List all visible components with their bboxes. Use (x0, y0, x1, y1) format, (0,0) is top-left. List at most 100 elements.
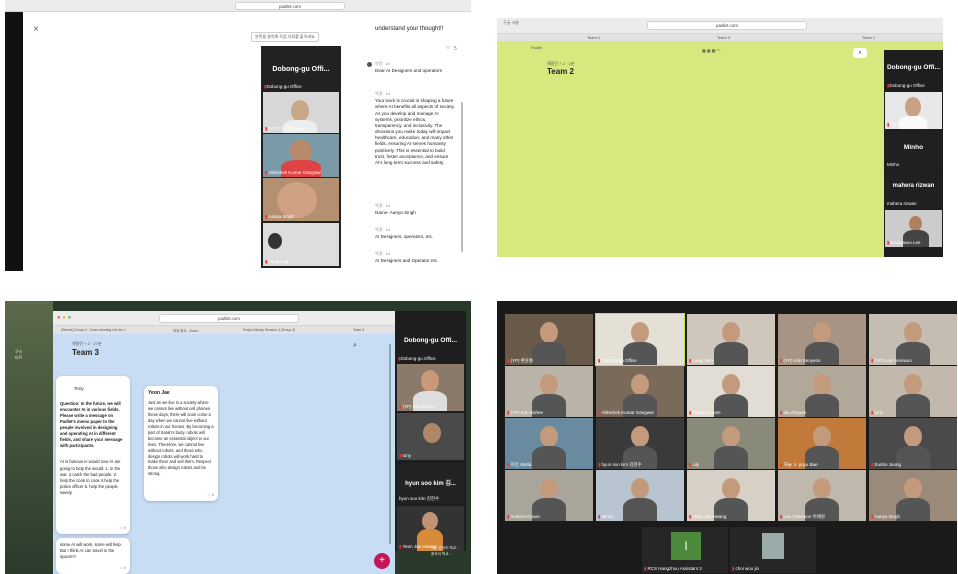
q4-tile-name: ▮mahera rizwan (507, 514, 540, 519)
tab-team3[interactable]: Team 3 (717, 35, 730, 40)
close-icon[interactable]: × (33, 24, 39, 35)
q4-tile-name: ▮Lily (689, 462, 700, 467)
q3-zoom-subtitle: ▮Dobong-gu Office (398, 356, 436, 361)
q4-video-tile[interactable]: ▮Minho (596, 470, 684, 521)
q4-tile-name: ▮(YP) Kim Seoyeon (780, 358, 821, 363)
q4-video-tile[interactable]: ▮mahera rizwan (505, 470, 593, 521)
q4-tile-name: ▮Taegeon Nam (689, 410, 721, 415)
q4-video-tile[interactable]: ▮hyun soo kim 김현수 (596, 418, 684, 469)
q4-video-tile[interactable]: ▮choi woo jin (730, 527, 816, 573)
q4-video-tile[interactable]: ▮Abhishek Kumar Gangwar (596, 366, 684, 417)
card-text: Just as we live in a society where we ca… (148, 400, 214, 477)
q4-video-tile[interactable]: ▮Dobong-gu Office (595, 313, 685, 366)
q2-padlet-team2: 구글 크롬 padlet.com Team 2 Team 3 Team 1 Pa… (497, 18, 943, 257)
q1-browser-bar: padlet.com (5, 0, 471, 12)
q4-video-tile[interactable]: ▮하늘 ☺ yuyu Bae (778, 418, 866, 469)
post-card[interactable]: some AI will work, some will help. But I… (56, 538, 130, 574)
q2-board-title: Team 2 (547, 67, 574, 76)
q4-video-tile[interactable]: ▮(YP) Kim Seoyeon (778, 314, 866, 365)
q4-tile-name: ▮Abhishek Kumar Gangwar (598, 410, 655, 415)
q2-zoom-panel: Dobong-gu Offi... ▮Dobong-gu Office ▮(YP… (884, 50, 943, 257)
scrollbar[interactable] (389, 344, 391, 544)
q4-video-tile[interactable]: ▮tony (869, 366, 957, 417)
scrollbar[interactable] (461, 102, 463, 252)
q2-browser-bar: 구글 크롬 padlet.com (497, 18, 943, 34)
q2-tile-name: ▮Seongwoo Lee (887, 240, 921, 245)
q4-tile-name: ▮(YP) Kim Dohee (507, 410, 543, 415)
q4-video-tile[interactable]: ▮이민 Stella (505, 418, 593, 469)
q4-video-tile[interactable]: ▮Eunho Jeong (869, 418, 957, 469)
q3-url-field[interactable]: padlet.com (159, 314, 299, 323)
q4-initial-tile[interactable]: I ▮RCS Hangzhou Assistant 3 (642, 527, 728, 573)
q2-brand: Padlet (531, 45, 543, 50)
q2-menu-left: 구글 크롬 (503, 20, 519, 25)
q4-video-tile[interactable]: ▮ala zhiyuan (778, 366, 866, 417)
q3-video-tile[interactable]: ▮tony (397, 413, 464, 460)
q4-video-tile[interactable]: ▮Yeon Jae Hwang (687, 470, 775, 521)
q1-video-tile[interactable]: ▮Taegeong (263, 223, 339, 266)
q4-video-tile[interactable]: ▮Taegeon Nam (687, 366, 775, 417)
comment-icon[interactable]: ○ 0 (120, 565, 126, 571)
q1-comment: 익명 · 1d AI Designers, operators, etc. (375, 228, 434, 240)
q1-url-field[interactable]: padlet.com (235, 2, 345, 10)
q3-side-label: 제주 중국어 학교... (431, 546, 460, 550)
search-icon[interactable]: ⌕ (853, 48, 867, 58)
q4-tile-name: ▮Lang_Wen (689, 358, 715, 363)
comment-icon[interactable]: ○ 0 (120, 525, 126, 531)
q3-board: 해밀턴 + 2 · 27분 Team 3 ⌕ Tony Question: In… (53, 334, 395, 574)
tab-team2[interactable]: Team 2 (587, 35, 600, 40)
tab-team3[interactable]: Team 3 (353, 328, 364, 332)
q3-name-tile[interactable]: hyun soo kim 김... hyun soo kim 김현수 (397, 463, 464, 503)
q1-comment-list: 익명 · 1d Dear AI Designers and operators 익… (367, 58, 463, 270)
card-answer: AI is famous in would now AI are going t… (60, 459, 121, 495)
q1-tile-name: ▮Abhishek Kumar Gangwar (265, 170, 322, 175)
tab-sheets[interactable]: [Sheets] Group 4 - Zoom meeting info for… (61, 328, 127, 332)
q4-tile-name: ▮이민 Stella (507, 462, 532, 467)
q1-zoom-panel: Dobong-gu Offi... ▮Dobong-gu Office ▮(YP… (261, 46, 341, 268)
window-controls[interactable]: ● ● ● (57, 315, 71, 321)
search-icon[interactable]: ⌕ (353, 342, 357, 350)
tab-team1[interactable]: Team 1 (862, 35, 875, 40)
tab-project[interactable]: Project Meary Session 4 (Group 3) (243, 328, 295, 332)
card-question: Question: In the future, we will encount… (60, 400, 123, 449)
comment-icon[interactable]: ○ 0 (208, 492, 214, 498)
q4-video-tile[interactable]: ▮Lily (687, 418, 775, 469)
q2-video-tile[interactable]: ▮(YP) Lee Yeonwoo (885, 92, 942, 129)
tab-zoom[interactable]: 파워 중국 - Zoom (173, 328, 198, 333)
q1-zoom-subtitle: ▮Dobong-gu Office (264, 84, 302, 89)
q2-toolbar-icons[interactable]: ▦ ▦ ▦ ⁺⁺ (702, 48, 721, 53)
q4-tile-name: ▮hyun soo kim 김현수 (598, 462, 642, 467)
q3-board-meta: 해밀턴 + 2 · 27분 (72, 341, 102, 346)
q2-tile-name: ▮(YP) Lee Yeonwoo (887, 122, 928, 127)
q3-video-tile[interactable]: ▮(YP) Kim Dohee (397, 364, 464, 411)
q3-browser-bar: ● ● ● padlet.com (53, 311, 395, 326)
q4-tile-name: ▮Lee Chaewon 이채원 (780, 514, 825, 519)
q1-video-tile[interactable]: ▮Abhishek Kumar Gangwar (263, 134, 339, 177)
q2-tabs: Team 2 Team 3 Team 1 (497, 34, 943, 41)
q3-side-label: 중국어 학교... (431, 552, 452, 556)
q4-tile-name: ▮tony (871, 410, 883, 415)
post-card[interactable]: Tony Question: In the future, we will en… (56, 376, 130, 534)
q2-video-tile[interactable]: ▮Seongwoo Lee (885, 210, 942, 247)
q4-video-tile[interactable]: ▮Lee Chaewon 이채원 (778, 470, 866, 521)
q1-video-tile[interactable]: ▮Aanya Singh (263, 178, 339, 221)
q1-comment: 익명 · 1d Name- Aanya Singh (375, 204, 416, 216)
q2-name-tile[interactable]: mahera rizwan mahera rizwan (885, 170, 942, 207)
q1-video-tile[interactable]: ▮(YP) Kim Seoyeon (263, 92, 339, 133)
q3-video-tile[interactable]: ▮Yeon Jae Hwang (397, 506, 464, 551)
q4-video-tile[interactable]: ▮Lang_Wen (687, 314, 775, 365)
q2-url-field[interactable]: padlet.com (647, 21, 807, 30)
q3-tile-name: ▮tony (399, 453, 411, 458)
q4-video-tile[interactable]: ▮(YP) Kim Dohee (505, 366, 593, 417)
q4-tile-name: ▮Yeon Jae Hwang (689, 514, 727, 519)
add-post-button[interactable]: + (374, 553, 390, 569)
q1-tile-name: ▮Taegeong (265, 259, 289, 264)
q3-board-title: Team 3 (72, 348, 99, 357)
q1-dark-left-strip (5, 12, 23, 271)
q4-video-tile[interactable]: ▮(YP) Lee Yeonwoo (869, 314, 957, 365)
q1-zoom-title: Dobong-gu Offi... (272, 66, 330, 73)
q2-name-tile[interactable]: Minho Minho (885, 131, 942, 168)
post-card[interactable]: Yeon Jae Just as we live in a society wh… (144, 386, 218, 501)
q4-video-tile[interactable]: ▮(YP) 환윤통 (505, 314, 593, 365)
q4-video-tile[interactable]: ▮Aanya Singh (869, 470, 957, 521)
